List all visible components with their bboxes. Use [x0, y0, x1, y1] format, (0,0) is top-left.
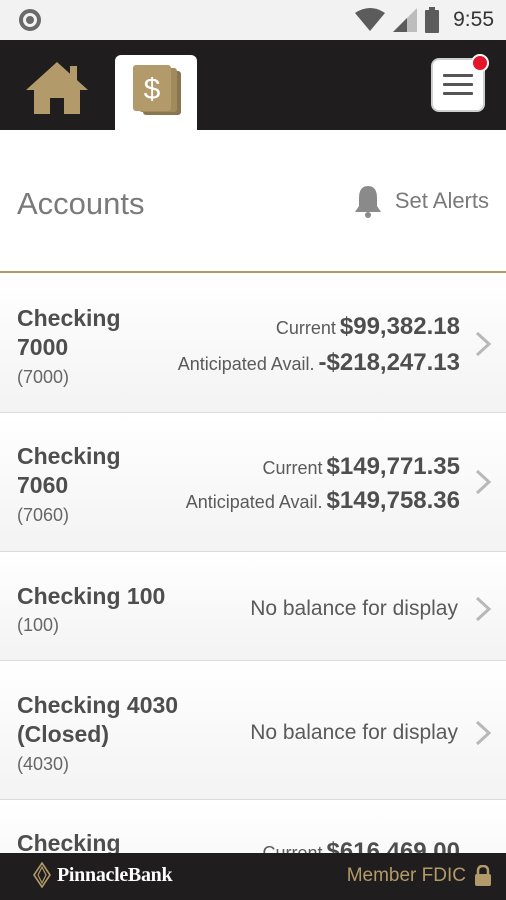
status-icons: 9:55: [355, 6, 494, 34]
anticipated-balance: Anticipated Avail. $149,758.36: [186, 487, 460, 515]
dollar-cards-icon: $: [133, 65, 181, 115]
account-number: (100): [17, 615, 60, 635]
footer: PinnacleBank Member FDIC: [0, 853, 506, 900]
account-row-100[interactable]: Checking 100 (100) No balance for displa…: [0, 552, 506, 661]
account-name: Checking 100: [17, 582, 165, 611]
current-label: Current: [262, 458, 323, 478]
current-label: Current: [275, 318, 336, 338]
no-balance-text: No balance for display: [250, 597, 458, 620]
chevron-right-icon: [475, 720, 492, 746]
chevron-right-icon: [475, 331, 492, 357]
tab-accounts[interactable]: $: [115, 55, 197, 130]
account-name-line1: Checking: [17, 830, 121, 853]
chevron-right-icon: [475, 596, 492, 622]
bank-name: PinnacleBank: [57, 863, 173, 886]
signal-icon: [393, 8, 418, 32]
fdic-notice: Member FDIC: [347, 865, 492, 887]
account-name: Checking 7000: [17, 304, 121, 362]
battery-icon: [425, 7, 440, 33]
menu-button[interactable]: [431, 54, 489, 112]
current-value: $149,771.35: [326, 453, 460, 480]
circle-indicator-icon: [19, 9, 41, 31]
svg-text:$: $: [144, 73, 161, 106]
anticipated-label: Anticipated Avail.: [177, 354, 315, 374]
set-alerts-button[interactable]: Set Alerts: [353, 184, 489, 218]
account-name: Checking 4030 (Closed): [17, 691, 178, 749]
account-row-7000[interactable]: Checking 7000 (7000) Current $99,382.18 …: [0, 275, 506, 413]
current-label: Current: [262, 843, 323, 853]
anticipated-balance: Anticipated Avail. -$218,247.13: [178, 349, 460, 377]
top-nav: $: [0, 40, 506, 130]
status-bar: 9:55: [0, 0, 506, 40]
account-name-line2: 7060: [17, 472, 69, 498]
wifi-icon: [355, 8, 386, 31]
account-name-line2: (Closed): [17, 721, 109, 747]
status-time: 9:55: [453, 8, 494, 31]
account-number: (7000): [17, 367, 70, 387]
account-name: Checking: [17, 829, 121, 853]
pinnacle-diamond-icon: [33, 862, 51, 888]
account-row-4030[interactable]: Checking 4030 (Closed) (4030) No balance…: [0, 661, 506, 800]
current-balance: Current $149,771.35: [263, 453, 461, 481]
anticipated-label: Anticipated Avail.: [185, 492, 323, 512]
hamburger-menu-icon: [443, 74, 473, 96]
home-icon: [26, 62, 88, 114]
account-list: Checking 7000 (7000) Current $99,382.18 …: [0, 275, 506, 853]
account-row-7060[interactable]: Checking 7060 (7060) Current $149,771.35…: [0, 413, 506, 552]
bank-logo: PinnacleBank: [33, 862, 173, 888]
anticipated-value: -$218,247.13: [318, 349, 460, 376]
page-header: Accounts Set Alerts: [0, 130, 506, 273]
lock-icon: [475, 865, 491, 886]
account-name-line1: Checking: [17, 443, 121, 469]
account-name: Checking 7060: [17, 442, 121, 500]
chevron-right-icon: [475, 469, 492, 495]
anticipated-value: $149,758.36: [326, 487, 460, 514]
account-number: (4030): [17, 754, 70, 774]
account-name-line1: Checking: [17, 305, 121, 331]
account-name-line1: Checking 100: [17, 583, 166, 609]
current-value: $99,382.18: [339, 313, 460, 340]
current-value: $616,469.00: [326, 838, 460, 853]
bell-icon: [354, 186, 381, 218]
no-balance-text: No balance for display: [250, 721, 458, 744]
fdic-label: Member FDIC: [346, 865, 466, 886]
set-alerts-label: Set Alerts: [394, 188, 489, 213]
home-button[interactable]: [24, 60, 90, 116]
account-name-line1: Checking 4030: [17, 692, 179, 718]
current-balance: Current $616,469.00: [263, 838, 461, 853]
notification-badge: [471, 54, 489, 72]
page-title: Accounts: [17, 186, 145, 221]
current-balance: Current $99,382.18: [276, 313, 460, 341]
account-name-line2: 7000: [17, 334, 69, 360]
account-row-partial[interactable]: Checking Current $616,469.00: [0, 800, 506, 853]
account-number: (7060): [17, 505, 70, 525]
